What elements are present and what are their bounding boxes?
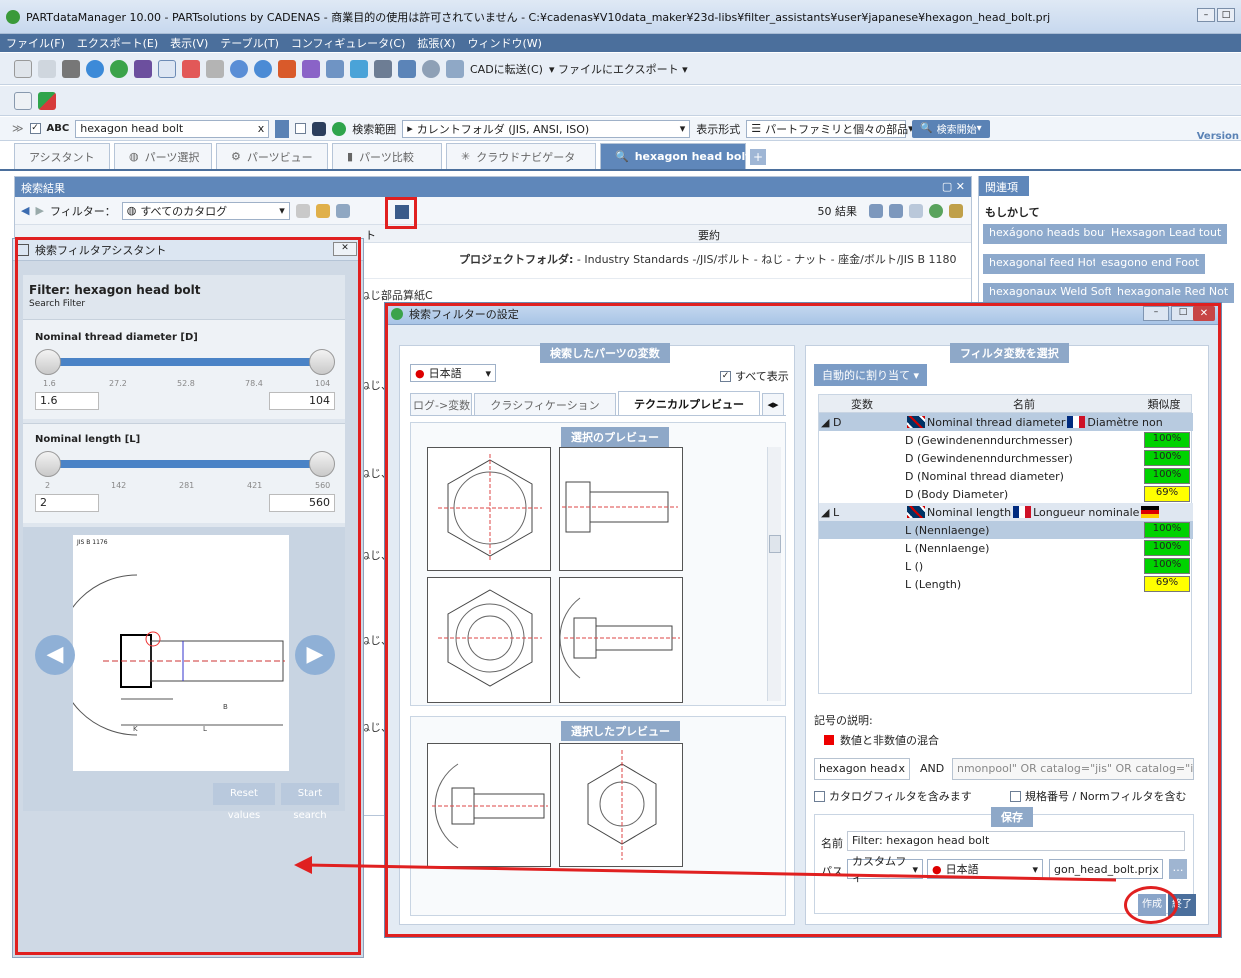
- annotation-arrow: [294, 856, 1117, 882]
